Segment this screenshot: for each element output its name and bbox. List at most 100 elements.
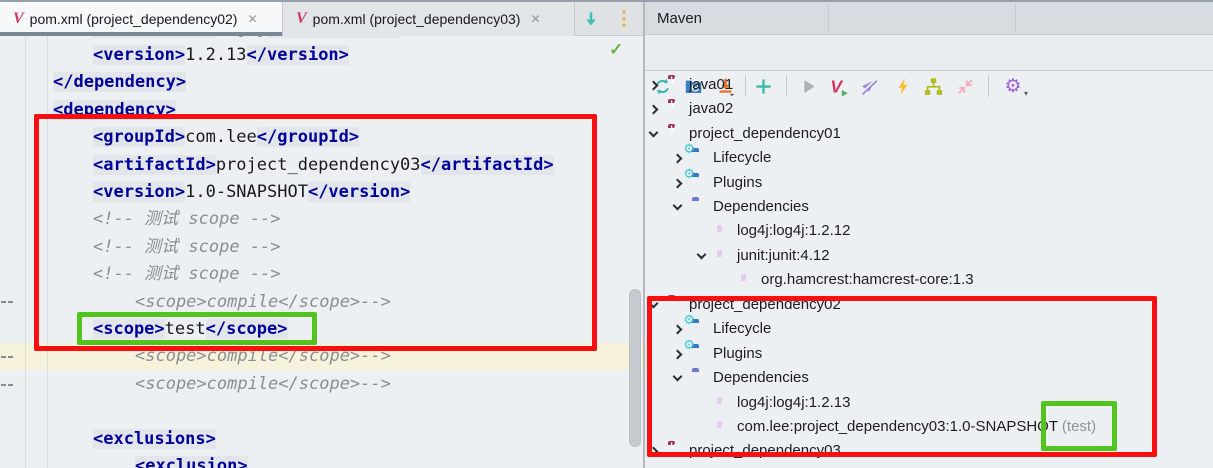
fold-marker[interactable] <box>1 383 6 386</box>
xml-comment-token: <scope>compile</scope>--> <box>135 291 391 312</box>
code-line[interactable]: <artifactId>project_dependency03</artifa… <box>93 152 554 179</box>
more-options-icon[interactable]: ⋮ <box>612 6 636 32</box>
tree-item-label: project_dependency02 <box>689 295 841 313</box>
fold-marker[interactable] <box>1 356 6 359</box>
code-line[interactable]: <scope>compile</scope>--> <box>135 343 391 370</box>
maven-v-badge: V <box>670 123 677 134</box>
tree-item[interactable]: ⚙ Plugins <box>645 338 1213 367</box>
tree-item-label: Plugins <box>713 344 763 362</box>
maven-v-badge: V <box>670 99 677 110</box>
maven-title: Maven <box>657 10 703 27</box>
ide-window: <artifactId>log4j</artifactId><version>1… <box>0 0 1213 468</box>
tree-item[interactable]: log4j:log4j:1.2.13 <box>645 392 1213 416</box>
tree-item-label: Lifecycle <box>713 149 772 167</box>
dependency-scope-suffix: (test) <box>1057 418 1097 435</box>
code-line[interactable]: <scope>compile</scope>--> <box>135 289 391 316</box>
chevron-right-icon[interactable] <box>672 153 683 164</box>
chevron-down-icon[interactable] <box>672 371 683 382</box>
header-divider <box>1015 4 1016 33</box>
code-line[interactable]: <!-- 测试 scope --> <box>93 206 281 233</box>
code-area[interactable]: <artifactId>log4j</artifactId><version>1… <box>0 2 643 468</box>
editor-pane[interactable]: <artifactId>log4j</artifactId><version>1… <box>0 2 643 468</box>
code-line[interactable]: <exclusions> <box>93 426 216 453</box>
code-line[interactable]: <groupId>com.lee</groupId> <box>93 124 360 151</box>
chevron-right-icon[interactable] <box>672 349 683 360</box>
fold-marker[interactable] <box>8 356 13 359</box>
chevron-down-icon[interactable] <box>672 200 683 211</box>
tree-item-label: java02 <box>689 100 734 118</box>
tree-item[interactable]: ⚙ Lifecycle <box>645 313 1213 342</box>
maven-file-icon: V <box>13 10 24 27</box>
xml-tag-token: </dependency> <box>53 72 187 93</box>
pane-splitter[interactable] <box>643 2 645 468</box>
close-icon[interactable]: ✕ <box>530 12 540 26</box>
editor-tab-1[interactable]: Vpom.xml (project_dependency02) ✕ <box>0 2 283 36</box>
xml-comment-token: <!-- 测试 scope --> <box>93 236 281 257</box>
tree-item[interactable]: Vproject_dependency01 <box>645 123 1213 147</box>
editor-scrollbar[interactable] <box>629 289 641 447</box>
close-icon[interactable]: ✕ <box>247 12 257 26</box>
xml-tag-token: <dependency> <box>53 99 176 120</box>
tree-item[interactable]: Vjava01 <box>645 74 1213 98</box>
chevron-right-icon[interactable] <box>672 178 683 188</box>
code-line[interactable]: <scope>compile</scope>--> <box>135 371 391 398</box>
maven-toolbar: V ⚙ ▾ <box>645 35 1213 98</box>
editor-tab-2[interactable]: Vpom.xml (project_dependency03) ✕ <box>283 2 575 36</box>
tree-item[interactable]: ⚙ Plugins <box>645 167 1213 196</box>
tree-item-label: java01 <box>689 75 734 93</box>
code-line[interactable]: <scope>test</scope> <box>93 316 288 343</box>
fold-marker[interactable] <box>8 301 13 304</box>
xml-text-token: project_dependency03 <box>215 154 421 175</box>
chevron-down-icon[interactable] <box>648 298 659 309</box>
tree-item[interactable]: Vjava02 <box>645 98 1213 122</box>
tree-item-label: Dependencies <box>713 369 809 387</box>
chevron-down-icon[interactable] <box>648 127 659 138</box>
tree-item-label: log4j:log4j:1.2.12 <box>737 222 851 240</box>
tree-item-label: Lifecycle <box>713 320 772 338</box>
code-line[interactable]: <!-- 测试 scope --> <box>93 261 281 288</box>
xml-text-token: 1.0-SNAPSHOT <box>185 182 308 202</box>
xml-tag-token: <exclusions> <box>93 428 216 449</box>
maven-tree: Vjava01 Vjava02 Vproject_dependency01 ⚙ Life… <box>645 71 1213 468</box>
gear-icon: ⚙ <box>683 336 695 352</box>
xml-comment-token: <!-- 测试 scope --> <box>93 209 281 230</box>
chevron-right-icon[interactable] <box>648 80 659 91</box>
xml-tag-token: <artifactId> <box>93 154 216 175</box>
maven-file-icon: V <box>296 10 307 27</box>
tree-item[interactable]: org.hamcrest:hamcrest-core:1.3 <box>645 269 1213 293</box>
maven-v-badge: V <box>670 294 677 305</box>
xml-text-token: com.lee <box>185 127 257 148</box>
maven-v-badge: V <box>670 74 677 85</box>
code-line[interactable]: <version>1.0-SNAPSHOT</version> <box>93 179 411 206</box>
code-line[interactable]: <!-- 测试 scope --> <box>93 234 281 261</box>
xml-tag-token: <scope> <box>93 319 165 339</box>
xml-comment-token: <!-- 测试 scope --> <box>93 264 281 285</box>
tree-item-label: log4j:log4j:1.2.13 <box>737 393 851 411</box>
tree-item[interactable]: Vproject_dependency03 <box>645 440 1213 464</box>
code-line[interactable]: </dependency> <box>53 69 187 96</box>
header-divider <box>828 4 829 33</box>
tree-item[interactable]: com.lee:project_dependency03:1.0-SNAPSHO… <box>645 416 1213 440</box>
tree-item[interactable]: Vproject_dependency02 <box>645 294 1213 318</box>
xml-tag-token: <exclusion> <box>135 456 248 468</box>
code-line[interactable]: <version>1.2.13</version> <box>93 42 349 69</box>
fold-marker[interactable] <box>8 383 13 386</box>
navigate-down-icon[interactable] <box>579 6 603 32</box>
tree-item[interactable]: log4j:log4j:1.2.12 <box>645 220 1213 244</box>
chevron-right-icon[interactable] <box>672 324 683 335</box>
chevron-right-icon[interactable] <box>648 104 659 115</box>
maven-tool-window: Maven V ⚙ ▾ Vjava01 Vjava02 Vproject_depende… <box>645 2 1213 468</box>
tree-item-label: Plugins <box>713 173 763 191</box>
fold-marker[interactable] <box>1 301 6 304</box>
tree-item[interactable]: Dependencies <box>645 367 1213 391</box>
tree-item-label: project_dependency03 <box>689 442 841 460</box>
tree-item[interactable]: Dependencies <box>645 196 1213 220</box>
code-line[interactable]: <dependency> <box>53 97 176 124</box>
tree-item[interactable]: ⚙ Lifecycle <box>645 142 1213 171</box>
tree-item[interactable]: junit:junit:4.12 <box>645 245 1213 269</box>
code-line[interactable]: <exclusion> <box>135 453 248 468</box>
gear-icon: ⚙ <box>683 312 695 328</box>
chevron-down-icon[interactable] <box>696 249 707 260</box>
tree-item-label: project_dependency01 <box>689 124 841 142</box>
chevron-right-icon[interactable] <box>648 446 659 457</box>
